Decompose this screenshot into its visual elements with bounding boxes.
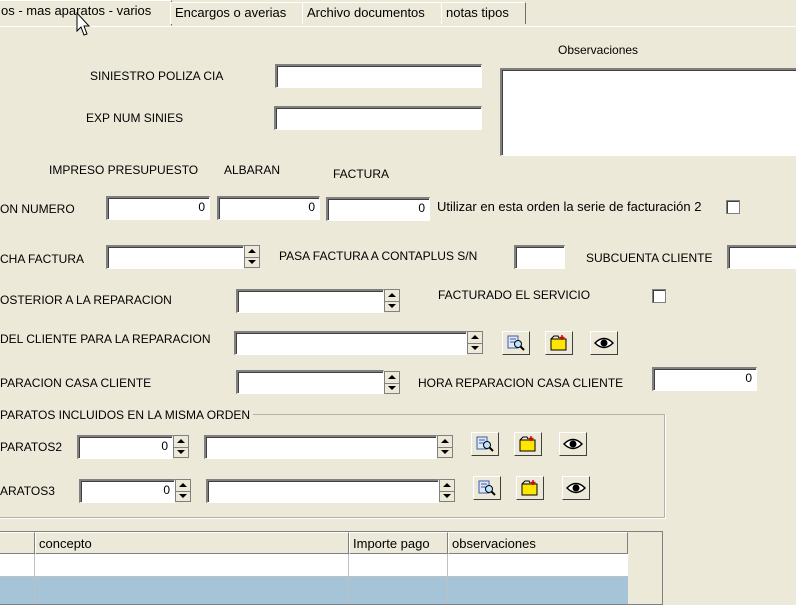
aparatos3-number-spinner[interactable] xyxy=(175,479,191,502)
arrow-up-icon xyxy=(179,483,187,488)
grid-header-observaciones[interactable]: observaciones xyxy=(448,532,628,554)
arrow-down-icon xyxy=(177,449,185,454)
arrow-down-icon xyxy=(388,303,396,308)
albaran-label: ALBARAN xyxy=(224,163,281,177)
eye-icon xyxy=(566,482,586,494)
payments-grid[interactable]: concepto Importe pago observaciones xyxy=(0,531,663,605)
arrow-up-icon xyxy=(443,483,451,488)
facturado-servicio-checkbox[interactable] xyxy=(652,289,666,303)
grid-header-concepto[interactable]: concepto xyxy=(35,532,349,554)
arrow-down-icon xyxy=(248,259,256,264)
facturado-servicio-label: FACTURADO EL SERVICIO xyxy=(438,288,591,302)
hora-reparacion-label: HORA REPARACION CASA CLIENTE xyxy=(418,376,624,390)
arrow-down-icon xyxy=(441,449,449,454)
new-button[interactable] xyxy=(545,331,573,355)
aparatos2-number-input[interactable]: 0 xyxy=(77,435,173,459)
contaplus-input[interactable] xyxy=(514,245,565,269)
fecha-factura-input[interactable] xyxy=(106,245,244,269)
arrow-down-icon xyxy=(179,493,187,498)
posterior-reparacion-spinner[interactable] xyxy=(384,289,400,312)
new-folder-icon xyxy=(550,335,567,351)
new-folder-icon xyxy=(519,436,536,452)
serie-facturacion-checkbox[interactable] xyxy=(726,200,740,214)
tab-encargos-averias[interactable]: Encargos o averias xyxy=(170,2,304,24)
grid-empty-area xyxy=(628,532,662,604)
tab-label: Encargos o averias xyxy=(175,5,287,20)
factura-input[interactable]: 0 xyxy=(326,197,430,221)
arrow-up-icon xyxy=(177,439,185,444)
aparatos2-new-button[interactable] xyxy=(514,432,542,456)
siniestro-label: SINIESTRO POLIZA CIA xyxy=(90,69,224,83)
reparacion-casa-spinner[interactable] xyxy=(384,371,400,394)
hora-reparacion-input[interactable]: 0 xyxy=(652,367,757,391)
aparatos3-input[interactable] xyxy=(206,479,439,503)
exp-label: EXP NUM SINIES xyxy=(86,111,184,125)
new-folder-icon xyxy=(521,480,538,496)
tab-label: notas tipos xyxy=(446,5,509,20)
aparatos3-number-input[interactable]: 0 xyxy=(79,479,175,503)
factura-label: FACTURA xyxy=(333,167,390,181)
del-cliente-input[interactable] xyxy=(234,331,467,355)
aparatos-group-title: PARATOS INCLUIDOS EN LA MISMA ORDEN xyxy=(0,408,254,422)
observaciones-textarea[interactable] xyxy=(500,68,796,156)
aparatos2-view-button[interactable] xyxy=(559,432,587,456)
aparatos3-search-button[interactable] xyxy=(473,476,501,500)
search-icon xyxy=(476,436,494,452)
arrow-up-icon xyxy=(388,293,396,298)
subcuenta-input[interactable] xyxy=(727,245,796,269)
observaciones-label: Observaciones xyxy=(558,43,639,57)
serie-facturacion-label: Utilizar en esta orden la serie de factu… xyxy=(437,199,702,214)
tab-archivo-documentos[interactable]: Archivo documentos xyxy=(302,2,442,24)
aparatos2-search-button[interactable] xyxy=(471,432,499,456)
aparatos3-new-button[interactable] xyxy=(516,476,544,500)
eye-icon xyxy=(563,438,583,450)
siniestro-input[interactable] xyxy=(275,64,482,88)
arrow-down-icon xyxy=(471,345,479,350)
grid-header-indicator[interactable] xyxy=(0,532,35,554)
exp-input[interactable] xyxy=(274,106,482,130)
aparatos2-label: PARATOS2 xyxy=(0,440,63,454)
tab-label: Archivo documentos xyxy=(307,5,425,20)
eye-icon xyxy=(594,337,614,349)
aparatos2-number-spinner[interactable] xyxy=(173,435,189,458)
table-cell[interactable] xyxy=(35,554,349,576)
on-numero-label: ON NUMERO xyxy=(0,202,75,216)
tab-notas-tipos[interactable]: notas tipos xyxy=(441,2,526,24)
arrow-up-icon xyxy=(471,335,479,340)
arrow-down-icon xyxy=(388,385,396,390)
tab-strip: os - mas aparatos - varios Encargos o av… xyxy=(0,0,796,27)
reparacion-casa-input[interactable] xyxy=(236,370,384,394)
impreso-presupuesto-label: IMPRESO PRESUPUESTO xyxy=(49,163,199,177)
del-cliente-label: DEL CLIENTE PARA LA REPARACION xyxy=(0,332,211,346)
search-icon xyxy=(478,480,496,496)
arrow-up-icon xyxy=(248,249,256,254)
search-icon xyxy=(507,335,525,351)
aparatos3-view-button[interactable] xyxy=(562,476,590,500)
subcuenta-label: SUBCUENTA CLIENTE xyxy=(586,251,713,265)
fecha-factura-label: CHA FACTURA xyxy=(0,252,85,266)
albaran-input[interactable]: 0 xyxy=(217,196,320,220)
search-button[interactable] xyxy=(502,331,530,355)
aparatos2-spinner[interactable] xyxy=(437,435,453,458)
table-cell[interactable] xyxy=(0,554,35,576)
aparatos3-spinner[interactable] xyxy=(439,479,455,502)
arrow-up-icon xyxy=(441,439,449,444)
aparatos3-label: ARATOS3 xyxy=(0,484,55,498)
mouse-cursor-icon xyxy=(76,12,91,36)
reparacion-casa-label: PARACION CASA CLIENTE xyxy=(0,376,152,390)
del-cliente-spinner[interactable] xyxy=(467,331,483,354)
arrow-down-icon xyxy=(443,493,451,498)
posterior-reparacion-input[interactable] xyxy=(236,289,384,313)
impreso-presupuesto-input[interactable]: 0 xyxy=(106,196,210,220)
arrow-up-icon xyxy=(388,375,396,380)
posterior-reparacion-label: OSTERIOR A LA REPARACION xyxy=(0,293,172,307)
view-button[interactable] xyxy=(590,331,618,355)
table-cell[interactable] xyxy=(349,554,448,576)
grid-header-importe-pago[interactable]: Importe pago xyxy=(349,532,448,554)
aparatos2-input[interactable] xyxy=(204,435,437,459)
contaplus-label: PASA FACTURA A CONTAPLUS S/N xyxy=(279,249,478,263)
table-row[interactable] xyxy=(0,554,628,577)
fecha-factura-spinner[interactable] xyxy=(244,245,260,268)
